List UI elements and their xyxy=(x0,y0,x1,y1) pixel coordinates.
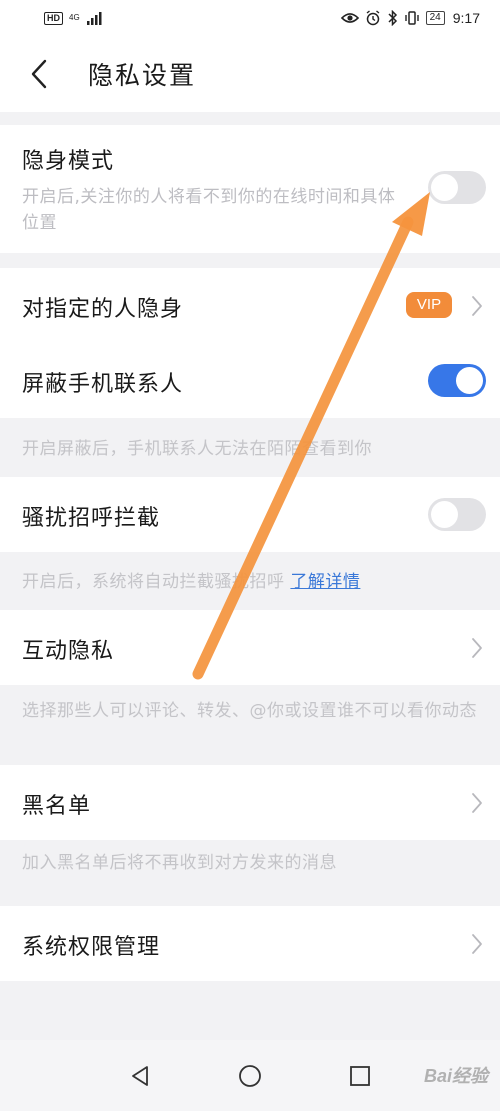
status-bar: HD 4G 24 9:17 xyxy=(0,0,500,36)
interaction-privacy-hint: 选择那些人可以评论、转发、@你或设置谁不可以看你动态 xyxy=(22,701,477,721)
network-type: 4G xyxy=(69,13,80,22)
blacklist-title: 黑名单 xyxy=(22,794,92,819)
block-contacts-title: 屏蔽手机联系人 xyxy=(22,372,184,397)
hide-from-specific-title: 对指定的人隐身 xyxy=(22,297,184,322)
nav-recents-button[interactable] xyxy=(305,1040,415,1111)
hd-indicator: HD xyxy=(44,11,63,25)
vibrate-icon xyxy=(404,11,419,25)
stealth-mode-title: 隐身模式 xyxy=(22,149,115,174)
stealth-mode-desc: 开启后,关注你的人将看不到你的在线时间和具体位置 xyxy=(22,187,396,233)
alarm-icon xyxy=(366,10,380,26)
square-recents-icon xyxy=(350,1065,370,1086)
back-arrow-icon xyxy=(31,59,47,89)
battery-indicator: 24 xyxy=(425,11,445,25)
watermark: Bai经验 xyxy=(423,1066,488,1086)
permissions-title: 系统权限管理 xyxy=(22,935,161,960)
nav-home-button[interactable] xyxy=(195,1040,305,1111)
blacklist-hint: 加入黑名单后将不再收到对方发来的消息 xyxy=(22,853,337,873)
interaction-privacy-row[interactable]: 互动隐私 xyxy=(0,610,500,685)
nav-back-button[interactable] xyxy=(85,1040,195,1111)
stealth-mode-row: 隐身模式 开启后,关注你的人将看不到你的在线时间和具体位置 xyxy=(0,125,500,253)
chevron-right-icon xyxy=(472,793,482,813)
triangle-back-icon xyxy=(132,1065,148,1086)
chevron-right-icon xyxy=(472,934,482,954)
learn-more-link[interactable]: 了解详情 xyxy=(290,572,360,592)
bluetooth-icon xyxy=(388,10,397,26)
harassment-toggle[interactable] xyxy=(428,498,486,531)
stealth-mode-toggle[interactable] xyxy=(428,171,486,204)
chevron-right-icon xyxy=(472,296,482,316)
circle-home-icon xyxy=(239,1064,261,1087)
hide-from-specific-row[interactable]: 对指定的人隐身 VIP xyxy=(0,268,500,343)
toggle-knob xyxy=(456,367,483,394)
signal-icon xyxy=(86,12,102,25)
permissions-row[interactable]: 系统权限管理 xyxy=(0,906,500,981)
toggle-knob xyxy=(431,501,458,528)
harassment-hint-text: 开启后，系统将自动拦截骚扰招呼 xyxy=(22,572,285,592)
back-button[interactable] xyxy=(4,36,74,112)
harassment-hint: 开启后，系统将自动拦截骚扰招呼 了解详情 xyxy=(22,569,360,595)
status-right: 24 9:17 xyxy=(340,10,480,26)
harassment-title: 骚扰招呼拦截 xyxy=(22,506,161,531)
block-contacts-hint: 开启屏蔽后，手机联系人无法在陌陌查看到你 xyxy=(22,439,372,459)
app-header: 隐私设置 xyxy=(0,36,500,112)
block-contacts-row: 屏蔽手机联系人 xyxy=(0,343,500,418)
clock: 9:17 xyxy=(452,10,480,26)
interaction-privacy-title: 互动隐私 xyxy=(22,639,115,664)
toggle-knob xyxy=(431,174,458,201)
chevron-right-icon xyxy=(472,638,482,658)
vip-badge: VIP xyxy=(406,292,452,318)
harassment-row: 骚扰招呼拦截 xyxy=(0,477,500,552)
page-title: 隐私设置 xyxy=(88,61,197,90)
eye-icon xyxy=(340,13,359,23)
blacklist-row[interactable]: 黑名单 xyxy=(0,765,500,840)
status-left: HD 4G xyxy=(44,11,104,25)
block-contacts-toggle[interactable] xyxy=(428,364,486,397)
